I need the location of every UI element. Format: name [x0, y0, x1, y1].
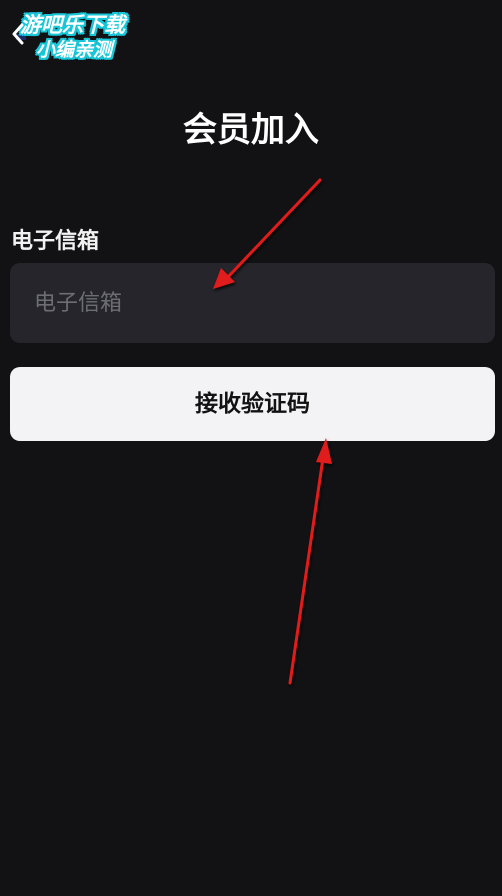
receive-code-button[interactable]: 接收验证码	[10, 367, 495, 441]
back-button[interactable]	[6, 20, 30, 48]
email-label: 电子信箱	[11, 229, 100, 254]
annotation-arrow-to-button	[288, 438, 332, 685]
watermark-logo: 游吧乐下载 小编亲测	[14, 10, 150, 64]
watermark-line-1: 游吧乐下载	[20, 13, 125, 37]
chevron-left-icon	[12, 23, 24, 45]
watermark-line-2: 小编亲测	[36, 39, 113, 61]
page-title: 会员加入	[183, 110, 319, 150]
email-input[interactable]	[10, 263, 495, 343]
